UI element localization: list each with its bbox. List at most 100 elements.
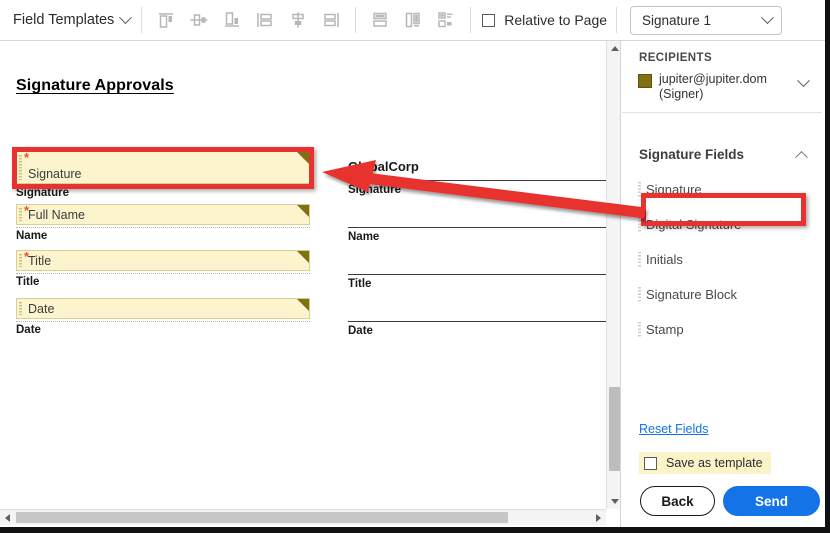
- field-item-signature[interactable]: Signature: [622, 172, 822, 207]
- field-item-stamp[interactable]: Stamp: [622, 312, 822, 347]
- resize-corner-icon[interactable]: [297, 205, 309, 217]
- form-field-signature[interactable]: * Signature: [16, 151, 310, 184]
- match-height-icon[interactable]: [398, 6, 428, 34]
- field-item-initials[interactable]: Initials: [622, 242, 822, 277]
- toolbar-divider: [616, 7, 618, 33]
- send-button[interactable]: Send: [723, 486, 820, 516]
- relative-to-page-label: Relative to Page: [504, 12, 608, 28]
- page-select[interactable]: Signature 1: [630, 5, 783, 35]
- field-item-digital-signature[interactable]: Digital Signature: [622, 207, 822, 242]
- recipient-info: jupiter@jupiter.dom (Signer): [659, 72, 789, 102]
- align-center-icon[interactable]: [283, 6, 313, 34]
- align-bottom-icon[interactable]: [217, 6, 247, 34]
- page-title: Signature Approvals: [16, 77, 174, 94]
- toolbar-divider: [470, 7, 472, 33]
- scroll-down-arrow-icon[interactable]: [607, 494, 620, 509]
- vertical-scroll-thumb[interactable]: [609, 387, 620, 471]
- scroll-up-arrow-icon[interactable]: [607, 41, 620, 56]
- field-item-label: Initials: [646, 252, 683, 267]
- toolbar: Field Templates Relative to Page Signatu…: [0, 0, 830, 41]
- field-guideline: [16, 273, 310, 274]
- toolbar-divider: [355, 7, 357, 33]
- drag-handle-icon[interactable]: [19, 254, 22, 267]
- align-left-icon[interactable]: [250, 6, 280, 34]
- align-top-icon[interactable]: [151, 6, 181, 34]
- drag-handle-icon[interactable]: [19, 208, 22, 221]
- form-field-full-name[interactable]: * Full Name: [16, 204, 310, 225]
- application-window: Field Templates Relative to Page Signatu…: [0, 0, 830, 533]
- field-guideline: [16, 321, 310, 322]
- back-button[interactable]: Back: [640, 486, 715, 516]
- recipients-heading: RECIPIENTS: [639, 52, 713, 64]
- required-asterisk-icon: *: [24, 150, 30, 165]
- field-item-label: Digital Signature: [646, 217, 742, 232]
- resize-corner-icon[interactable]: [297, 152, 309, 164]
- signature-fields-section-header[interactable]: Signature Fields: [622, 136, 822, 172]
- document-page[interactable]: Signature Approvals Client GlobalCorp * …: [0, 41, 606, 515]
- resize-corner-icon[interactable]: [297, 251, 309, 263]
- drag-handle-icon[interactable]: [638, 252, 641, 267]
- panel-action-buttons: Back Send: [640, 486, 820, 516]
- match-width-icon[interactable]: [365, 6, 395, 34]
- form-field-title[interactable]: * Title: [16, 250, 310, 271]
- vertical-scrollbar[interactable]: [606, 41, 620, 509]
- field-caption-name: Name: [348, 231, 380, 243]
- horizontal-scrollbar[interactable]: [0, 509, 606, 525]
- drag-handle-icon[interactable]: [638, 217, 641, 232]
- field-guideline: [16, 227, 310, 228]
- form-field-label: Title: [28, 254, 52, 268]
- signature-fields-list: Signature Digital Signature Initials Sig…: [622, 172, 822, 347]
- drag-handle-icon[interactable]: [19, 302, 22, 315]
- form-field-label: Full Name: [28, 208, 85, 222]
- resize-corner-icon[interactable]: [297, 299, 309, 311]
- size-icon-group: [365, 6, 461, 34]
- field-templates-label: Field Templates: [13, 12, 115, 28]
- field-caption-date: Date: [348, 325, 373, 337]
- recipients-section: RECIPIENTS jupiter@jupiter.dom (Signer): [622, 41, 822, 113]
- field-caption-title: Title: [348, 278, 372, 290]
- relative-to-page-checkbox[interactable]: Relative to Page: [482, 12, 607, 28]
- checkbox-icon: [482, 13, 496, 27]
- drag-handle-icon[interactable]: [638, 287, 641, 302]
- save-as-template-checkbox[interactable]: Save as template: [639, 452, 771, 474]
- recipient-role: (Signer): [659, 87, 704, 101]
- reset-fields-link[interactable]: Reset Fields: [639, 422, 708, 436]
- field-templates-dropdown[interactable]: Field Templates: [11, 9, 133, 31]
- drag-handle-icon[interactable]: [638, 322, 641, 337]
- chevron-up-icon: [795, 150, 808, 164]
- field-caption-signature: Signature: [16, 187, 70, 199]
- signature-line: [348, 227, 606, 228]
- chevron-down-icon: [119, 10, 133, 24]
- form-field-date[interactable]: Date: [16, 298, 310, 319]
- form-field-label: Signature: [28, 167, 82, 181]
- field-caption-name: Name: [16, 230, 48, 242]
- drag-handle-icon[interactable]: [19, 155, 22, 180]
- scroll-right-arrow-icon[interactable]: [591, 510, 606, 525]
- match-size-icon[interactable]: [431, 6, 461, 34]
- field-item-signature-block[interactable]: Signature Block: [622, 277, 822, 312]
- field-item-label: Stamp: [646, 322, 684, 337]
- recipient-expand-button[interactable]: [797, 74, 810, 93]
- document-viewport: Signature Approvals Client GlobalCorp * …: [0, 41, 621, 533]
- save-as-template-label: Save as template: [666, 456, 763, 470]
- recipient-email: jupiter@jupiter.dom: [659, 72, 767, 86]
- align-right-icon[interactable]: [316, 6, 346, 34]
- drag-handle-icon[interactable]: [638, 182, 641, 197]
- align-middle-icon[interactable]: [184, 6, 214, 34]
- signature-line: [348, 274, 606, 275]
- checkbox-icon: [644, 456, 657, 470]
- horizontal-scroll-thumb[interactable]: [16, 512, 508, 523]
- field-caption-signature: Signature: [348, 184, 402, 196]
- recipient-color-swatch: [638, 74, 652, 88]
- chevron-down-icon: [761, 10, 774, 24]
- signature-fields-title: Signature Fields: [639, 146, 745, 162]
- toolbar-divider: [141, 7, 143, 33]
- field-item-label: Signature Block: [646, 287, 738, 302]
- scroll-left-arrow-icon[interactable]: [0, 510, 15, 525]
- column-heading-globalcorp: GlobalCorp: [348, 159, 419, 174]
- side-panel: RECIPIENTS jupiter@jupiter.dom (Signer) …: [622, 41, 822, 533]
- field-caption-date: Date: [16, 324, 41, 336]
- field-caption-title: Title: [16, 276, 40, 288]
- align-icon-group: [151, 6, 346, 34]
- signature-line: [348, 321, 606, 322]
